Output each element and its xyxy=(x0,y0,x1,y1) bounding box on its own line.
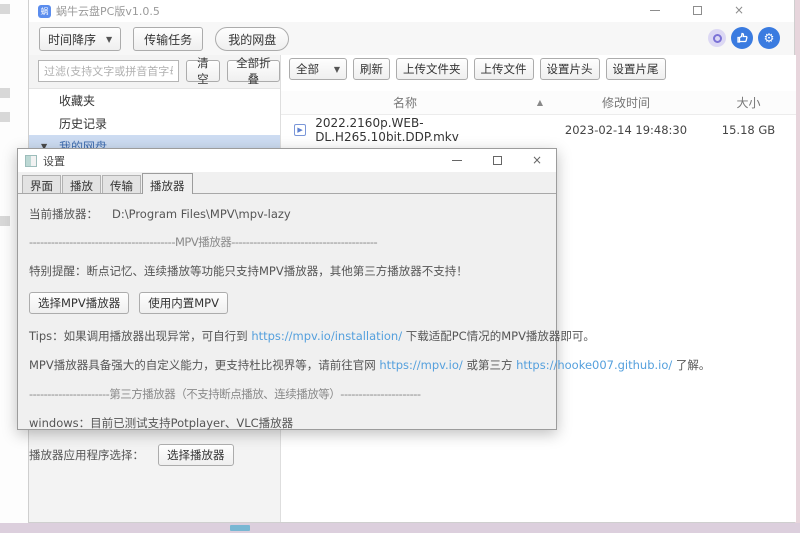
mpv-info-line: MPV播放器具备强大的自定义能力，更支持杜比视界等，请前往官网 https://… xyxy=(29,357,710,373)
quick-icons: ⚙ xyxy=(708,27,780,49)
sidebar-item-history[interactable]: 历史记录 xyxy=(29,112,280,135)
clear-filter-button[interactable]: 清空 xyxy=(186,56,220,86)
refresh-button[interactable]: 刷新 xyxy=(353,58,390,80)
sort-order-dropdown[interactable]: 时间降序 ▼ xyxy=(39,27,122,51)
video-file-icon: ▶ xyxy=(294,124,307,136)
app-logo-icon: 蜗 xyxy=(38,4,51,18)
tab-transfer[interactable]: 传输 xyxy=(102,175,141,193)
taskbar-chip xyxy=(230,525,250,531)
tips-line: Tips：如果调用播放器出现异常，可自行到 https://mpv.io/ins… xyxy=(29,328,595,344)
history-icon[interactable] xyxy=(708,29,726,47)
filter-input[interactable] xyxy=(38,60,179,82)
dialog-maximize-button[interactable] xyxy=(490,153,504,167)
dialog-app-icon xyxy=(25,154,37,167)
file-name: 2022.2160p.WEB-DL.H265.10bit.DDP.mkv xyxy=(315,116,459,144)
chevron-down-icon: ▼ xyxy=(333,64,340,74)
dialog-tabbar: 界面 播放 传输 播放器 xyxy=(18,172,556,194)
dialog-title: 设置 xyxy=(43,154,65,168)
mpv-install-link[interactable]: https://mpv.io/installation/ xyxy=(251,329,402,343)
player-select-label: 播放器应用程序选择： xyxy=(29,448,144,462)
chevron-down-icon: ▼ xyxy=(106,34,113,44)
upload-folder-button[interactable]: 上传文件夹 xyxy=(396,58,468,80)
settings-dialog: 设置 × 界面 播放 传输 播放器 当前播放器： D:\Program File… xyxy=(17,148,710,466)
hooke007-link[interactable]: https://hooke007.github.io/ xyxy=(516,358,672,372)
current-player-value: D:\Program Files\MPV\mpv-lazy xyxy=(112,207,291,221)
close-button[interactable]: × xyxy=(732,3,746,17)
table-row[interactable]: ▶ 2022.2160p.WEB-DL.H265.10bit.DDP.mkv 2… xyxy=(281,116,796,144)
app-title: 蜗牛云盘PC版v1.0.5 xyxy=(56,5,160,18)
sort-order-value: 时间降序 xyxy=(48,32,97,47)
mpv-notice: 特别提醒：断点记忆、连续播放等功能只支持MPV播放器，其他第三方播放器不支持！ xyxy=(29,264,468,278)
column-size[interactable]: 大小 xyxy=(701,94,796,111)
titlebar: 蜗 蜗牛云盘PC版v1.0.5 × xyxy=(29,0,794,22)
tab-playback[interactable]: 播放 xyxy=(62,175,101,193)
upload-file-button[interactable]: 上传文件 xyxy=(473,58,534,80)
dialog-close-button[interactable]: × xyxy=(530,153,544,167)
column-modified[interactable]: 修改时间 xyxy=(551,94,701,111)
current-player-label: 当前播放器： xyxy=(29,207,98,221)
dialog-body: 当前播放器： D:\Program Files\MPV\mpv-lazy ---… xyxy=(18,194,710,466)
collapse-all-button[interactable]: 全部折叠 xyxy=(226,56,280,86)
third-party-separator: ----------------------第三方播放器（不支持断点播放、连续播… xyxy=(29,387,421,401)
mpv-info-suffix: 了解。 xyxy=(672,358,711,372)
my-drive-button[interactable]: 我的网盘 xyxy=(215,27,290,51)
file-panel-toolbar: 全部 ▼ 刷新 上传文件夹 上传文件 设置片头 设置片尾 xyxy=(289,58,666,80)
select-mpv-button[interactable]: 选择MPV播放器 xyxy=(29,292,130,314)
settings-icon[interactable]: ⚙ xyxy=(758,27,780,49)
tab-interface[interactable]: 界面 xyxy=(22,175,61,193)
builtin-mpv-button[interactable]: 使用内置MPV xyxy=(139,292,228,314)
file-size: 15.18 GB xyxy=(721,123,776,137)
mpv-info-middle: 或第三方 xyxy=(462,358,517,372)
dialog-minimize-button[interactable] xyxy=(450,153,464,167)
maximize-button[interactable] xyxy=(690,3,704,17)
sort-asc-icon[interactable]: ▲ xyxy=(529,98,551,107)
sidebar-item-label: 收藏夹 xyxy=(59,94,96,108)
mpv-home-link[interactable]: https://mpv.io/ xyxy=(379,358,462,372)
select-player-button[interactable]: 选择播放器 xyxy=(158,444,234,466)
file-modified: 2023-02-14 19:48:30 xyxy=(564,123,688,137)
dialog-titlebar: 设置 × xyxy=(18,149,556,172)
column-name[interactable]: 名称 xyxy=(281,94,529,111)
minimize-button[interactable] xyxy=(648,3,662,17)
main-toolbar: 时间降序 ▼ 传输任务 我的网盘 xyxy=(39,27,290,51)
thumbs-up-icon[interactable] xyxy=(731,27,753,49)
set-outro-button[interactable]: 设置片尾 xyxy=(605,58,666,80)
sidebar-item-favorites[interactable]: 收藏夹 xyxy=(29,89,280,112)
mpv-section-separator: ----------------------------------------… xyxy=(29,235,378,249)
table-header: 名称 ▲ 修改时间 大小 xyxy=(281,91,796,115)
desktop-background-bottom xyxy=(0,523,800,533)
windows-support-line: windows：目前已测试支持Potplayer、VLC播放器 xyxy=(29,416,294,430)
transfer-tasks-button[interactable]: 传输任务 xyxy=(133,27,204,51)
sidebar-item-label: 历史记录 xyxy=(59,117,108,131)
type-filter-dropdown[interactable]: 全部 ▼ xyxy=(289,58,347,80)
set-intro-button[interactable]: 设置片头 xyxy=(539,58,600,80)
mpv-info-text: MPV播放器具备强大的自定义能力，更支持杜比视界等，请前往官网 xyxy=(29,358,380,372)
tab-player[interactable]: 播放器 xyxy=(142,173,193,194)
type-filter-value: 全部 xyxy=(296,62,319,76)
tips-text-suffix: 下载适配PC情况的MPV播放器即可。 xyxy=(402,329,595,343)
tips-text: Tips：如果调用播放器出现异常，可自行到 xyxy=(29,329,252,343)
